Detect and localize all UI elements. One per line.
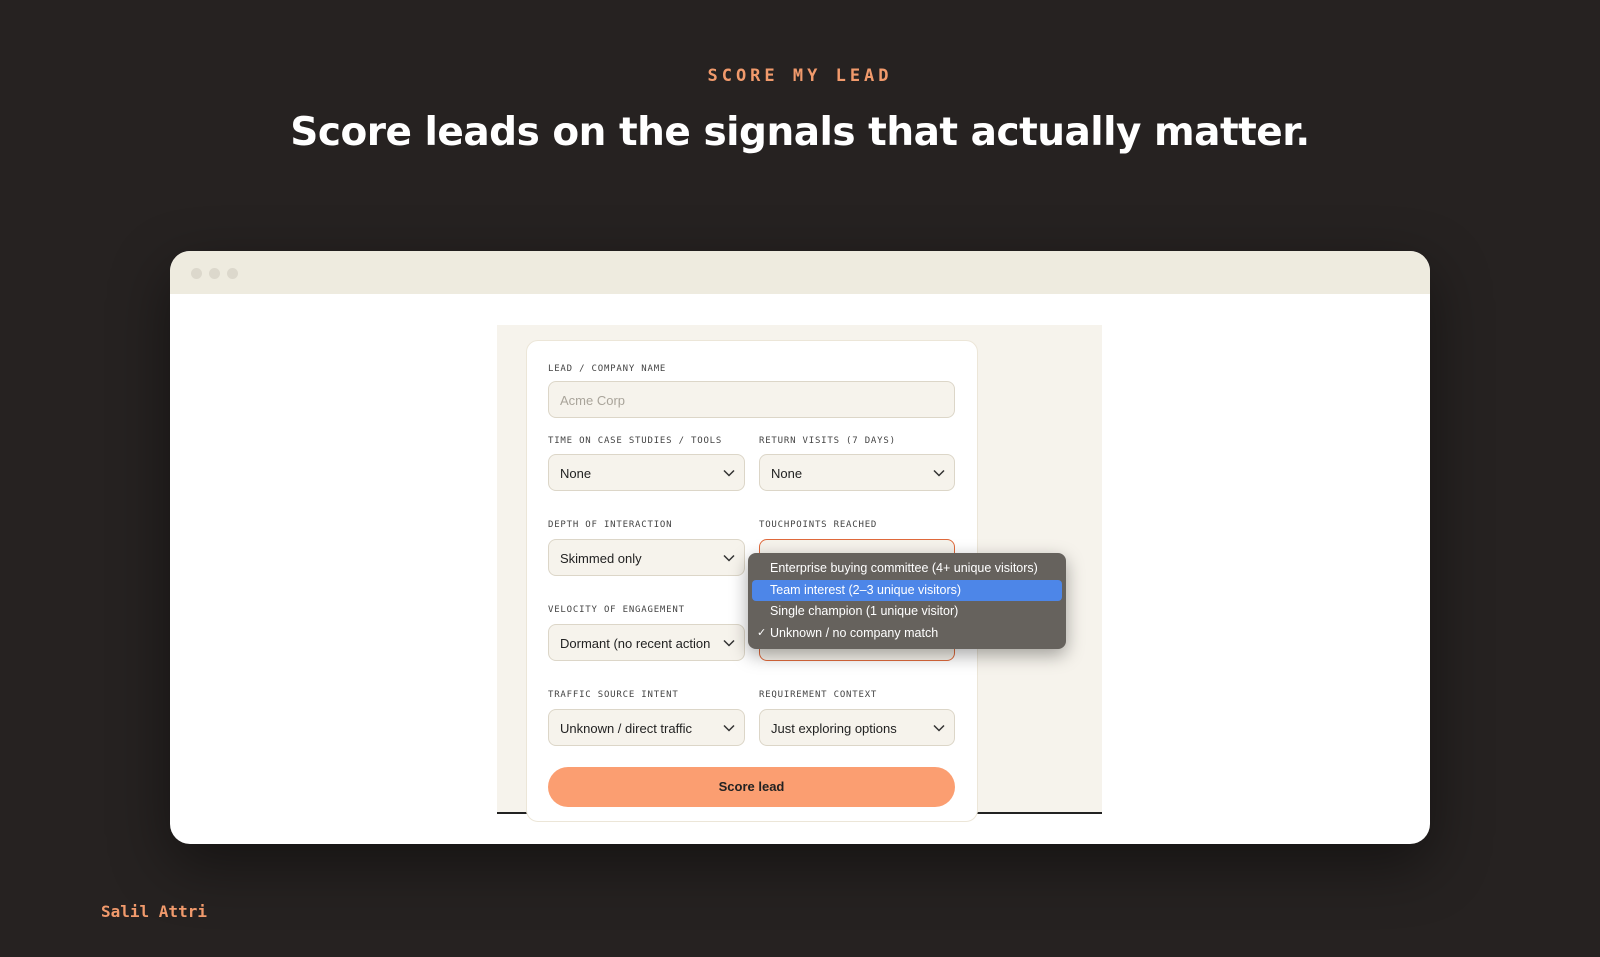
eyebrow-title: SCORE MY LEAD <box>707 66 893 86</box>
headline: Score leads on the signals that actually… <box>290 110 1310 155</box>
dropdown-option-highlighted[interactable]: Team interest (2–3 unique visitors) <box>752 580 1062 601</box>
requirement-context-select[interactable]: Just exploring options <box>759 709 955 746</box>
return-visits-label: RETURN VISITS (7 DAYS) <box>759 436 896 446</box>
touchpoints-dropdown-menu: Enterprise buying committee (4+ unique v… <box>748 553 1066 649</box>
checkmark-icon: ✓ <box>757 627 767 639</box>
dropdown-option-label: Team interest (2–3 unique visitors) <box>770 583 962 597</box>
depth-of-interaction-select[interactable]: Skimmed only <box>548 539 745 576</box>
touchpoints-reached-label: TOUCHPOINTS REACHED <box>759 520 878 530</box>
chevron-down-icon <box>933 724 945 732</box>
traffic-source-select[interactable]: Unknown / direct traffic <box>548 709 745 746</box>
score-lead-button[interactable]: Score lead <box>548 767 955 807</box>
dropdown-option-label: Enterprise buying committee (4+ unique v… <box>770 561 1038 575</box>
time-on-case-studies-value: None <box>560 466 592 481</box>
requirement-context-value: Just exploring options <box>771 721 897 736</box>
velocity-value: Dormant (no recent action <box>560 636 711 651</box>
traffic-source-label: TRAFFIC SOURCE INTENT <box>548 690 679 700</box>
velocity-select[interactable]: Dormant (no recent action <box>548 624 745 661</box>
chevron-down-icon <box>933 469 945 477</box>
return-visits-value: None <box>771 466 803 481</box>
window-close-dot[interactable] <box>191 268 202 279</box>
window-titlebar <box>170 251 1430 294</box>
depth-of-interaction-value: Skimmed only <box>560 551 642 566</box>
requirement-context-label: REQUIREMENT CONTEXT <box>759 690 878 700</box>
browser-window: LEAD / COMPANY NAME Acme Corp TIME ON CA… <box>170 251 1430 844</box>
dropdown-option[interactable]: Enterprise buying committee (4+ unique v… <box>752 558 1062 579</box>
traffic-source-value: Unknown / direct traffic <box>560 721 692 736</box>
window-minimize-dot[interactable] <box>209 268 220 279</box>
dropdown-option-label: Single champion (1 unique visitor) <box>770 604 959 618</box>
window-zoom-dot[interactable] <box>227 268 238 279</box>
dropdown-option-label: Unknown / no company match <box>770 626 939 640</box>
chevron-down-icon <box>723 469 735 477</box>
company-input[interactable]: Acme Corp <box>548 381 955 418</box>
dropdown-option[interactable]: Single champion (1 unique visitor) <box>752 601 1062 622</box>
chevron-down-icon <box>723 724 735 732</box>
company-label: LEAD / COMPANY NAME <box>548 364 667 374</box>
velocity-label: VELOCITY OF ENGAGEMENT <box>548 605 685 615</box>
company-placeholder: Acme Corp <box>560 393 626 408</box>
time-on-case-studies-label: TIME ON CASE STUDIES / TOOLS <box>548 436 723 446</box>
dropdown-option-selected[interactable]: ✓ Unknown / no company match <box>752 623 1062 644</box>
author-name: Salil Attri <box>101 902 207 921</box>
chevron-down-icon <box>723 639 735 647</box>
time-on-case-studies-select[interactable]: None <box>548 454 745 491</box>
return-visits-select[interactable]: None <box>759 454 955 491</box>
chevron-down-icon <box>723 554 735 562</box>
depth-of-interaction-label: DEPTH OF INTERACTION <box>548 520 673 530</box>
